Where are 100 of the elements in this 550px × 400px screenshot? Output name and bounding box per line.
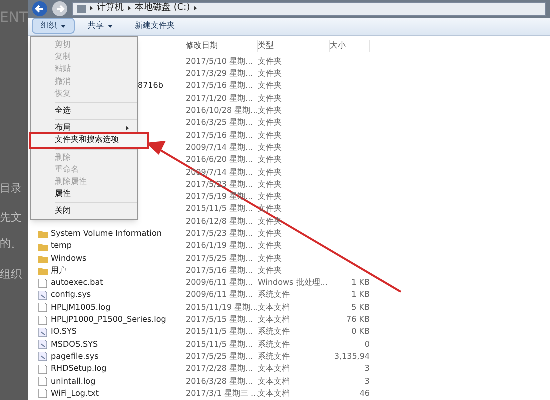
- file-name[interactable]: config.sys: [51, 291, 92, 300]
- file-name[interactable]: HPLJM1005.log: [51, 304, 111, 312]
- menu-item[interactable]: 全选: [31, 104, 137, 118]
- size-cell-text: 1 KB: [350, 279, 370, 288]
- menu-item[interactable]: 关闭: [31, 205, 137, 218]
- column-header[interactable]: 类型: [258, 40, 330, 52]
- file-icon: [38, 340, 48, 350]
- file-name[interactable]: MSDOS.SYS: [51, 340, 98, 349]
- toolbar-button[interactable]: 新建文件夹: [126, 18, 184, 34]
- type-cell: 文件夹: [258, 168, 282, 176]
- file-name[interactable]: unintall.log: [51, 378, 96, 386]
- chevron-icon[interactable]: [194, 6, 198, 12]
- date-cell: 2015/11/5 星期...: [186, 340, 254, 349]
- date-cell: 2017/5/15 星期...: [186, 315, 254, 324]
- file-name[interactable]: WiFi_Log.txt: [51, 390, 100, 398]
- file-name[interactable]: 8716b: [138, 82, 164, 90]
- type-cell: 文件夹: [258, 94, 282, 103]
- file-name[interactable]: System Volume Information: [51, 230, 162, 238]
- type-cell: 系统文件: [258, 327, 290, 336]
- column-header[interactable]: 修改日期: [186, 40, 258, 52]
- type-cell: 文本文档: [258, 315, 290, 324]
- size-cell-text: 3: [364, 365, 370, 374]
- background-text: 目录: [0, 181, 23, 197]
- type-cell: 文件夹: [258, 254, 282, 263]
- address-bar[interactable]: 计算机 本地磁盘 (C:): [72, 2, 546, 16]
- date-cell: 2017/3/29 星期...: [186, 69, 254, 78]
- size-cell-text: 3,135,94: [333, 352, 370, 361]
- background-text: 先文: [0, 210, 23, 226]
- file-name[interactable]: Windows: [51, 254, 87, 263]
- size-cell-text: 0: [364, 340, 370, 349]
- date-cell: 2017/5/16 星期...: [186, 81, 254, 90]
- type-cell: 文件夹: [258, 228, 282, 238]
- type-cell: 文件夹: [258, 118, 282, 128]
- size-cell-text: 1 KB: [350, 291, 370, 300]
- file-name[interactable]: RHDSetup.log: [51, 365, 107, 374]
- file-name[interactable]: IO.SYS: [51, 328, 77, 336]
- type-cell: 文件夹: [258, 142, 282, 152]
- date-cell: 2017/5/25 星期...: [186, 254, 254, 263]
- menu-item[interactable]: 文件夹和搜索选项: [31, 134, 147, 146]
- type-cell: 系统文件: [258, 340, 290, 349]
- chevron-icon[interactable]: [128, 6, 131, 12]
- submenu-arrow-icon: [126, 126, 129, 131]
- type-cell: 文本文档: [258, 302, 290, 312]
- type-cell: 文件夹: [258, 56, 282, 66]
- type-cell: 文件夹: [258, 106, 282, 116]
- size-cell-text: 46: [358, 390, 370, 398]
- file-name[interactable]: autoexec.bat: [51, 279, 104, 288]
- menu-item[interactable]: 属性: [31, 188, 137, 200]
- type-cell: 文件夹: [258, 192, 282, 202]
- size-cell-text: 76 KB: [346, 316, 370, 324]
- breadcrumb[interactable]: 计算机: [97, 2, 124, 16]
- type-cell: 文本文档: [258, 388, 290, 398]
- file-name[interactable]: HPLJP1000_P1500_Series.log: [51, 316, 166, 324]
- type-cell: 文本文档: [258, 364, 290, 374]
- date-cell: 2016/3/28 星期...: [186, 376, 254, 386]
- size-cell-text: 5 KB: [350, 304, 370, 312]
- type-cell: 文件夹: [258, 241, 282, 250]
- file-icon: [38, 352, 48, 362]
- type-cell: 文件夹: [258, 155, 282, 164]
- background-text: 的。: [0, 236, 23, 252]
- date-cell: 2017/5/16 星期...: [186, 266, 254, 275]
- date-cell: 2017/5/10 星期...: [186, 56, 254, 66]
- date-cell: 2015/11/19 星期...: [186, 302, 258, 312]
- type-cell: 文件夹: [258, 81, 282, 90]
- date-cell: 2016/3/25 星期...: [186, 118, 254, 128]
- file-name[interactable]: pagefile.sys: [51, 352, 99, 361]
- date-cell: 2017/1/20 星期...: [186, 94, 254, 103]
- date-cell: 2016/10/28 星期...: [186, 106, 258, 116]
- drive-icon: [77, 4, 86, 13]
- file-icon: [38, 290, 48, 300]
- chevron-icon[interactable]: [90, 6, 93, 12]
- file-icon: [38, 328, 48, 337]
- type-cell: 文件夹: [258, 130, 282, 140]
- date-cell: 2015/11/5 星期...: [186, 327, 254, 336]
- type-cell: Windows 批处理...: [258, 278, 328, 288]
- type-cell: 文本文档: [258, 376, 290, 386]
- back-icon[interactable]: [32, 0, 48, 17]
- date-cell: 2017/5/16 星期...: [186, 130, 254, 140]
- menu-item[interactable]: 布局: [31, 122, 137, 134]
- type-cell: 文件夹: [258, 266, 282, 275]
- breadcrumb[interactable]: 本地磁盘 (C:): [135, 2, 190, 16]
- date-cell: 2015/11/5 星期...: [186, 204, 254, 214]
- file-name[interactable]: 用户: [51, 266, 67, 275]
- type-cell: 文件夹: [258, 180, 282, 189]
- size-cell-text: 0 KB: [350, 328, 370, 336]
- forward-icon[interactable]: [52, 0, 68, 17]
- date-cell: 2009/7/14 星期...: [186, 142, 254, 152]
- date-cell: 2016/12/8 星期...: [186, 216, 254, 226]
- date-cell: 2009/6/11 星期...: [186, 290, 254, 300]
- file-icon: [38, 278, 48, 288]
- date-cell: 2016/6/20 星期...: [186, 155, 254, 164]
- date-cell: 2017/3/1 星期三 ...: [186, 388, 259, 398]
- size-cell-text: 3: [364, 378, 370, 386]
- type-cell: 系统文件: [258, 290, 290, 300]
- date-cell: 2016/1/19 星期...: [186, 241, 254, 250]
- column-header[interactable]: 大小: [330, 40, 370, 52]
- toolbar-button[interactable]: 共享: [79, 18, 122, 34]
- file-name[interactable]: temp: [51, 242, 72, 250]
- toolbar-button[interactable]: 组织: [32, 18, 75, 34]
- type-cell: 文件夹: [258, 69, 282, 78]
